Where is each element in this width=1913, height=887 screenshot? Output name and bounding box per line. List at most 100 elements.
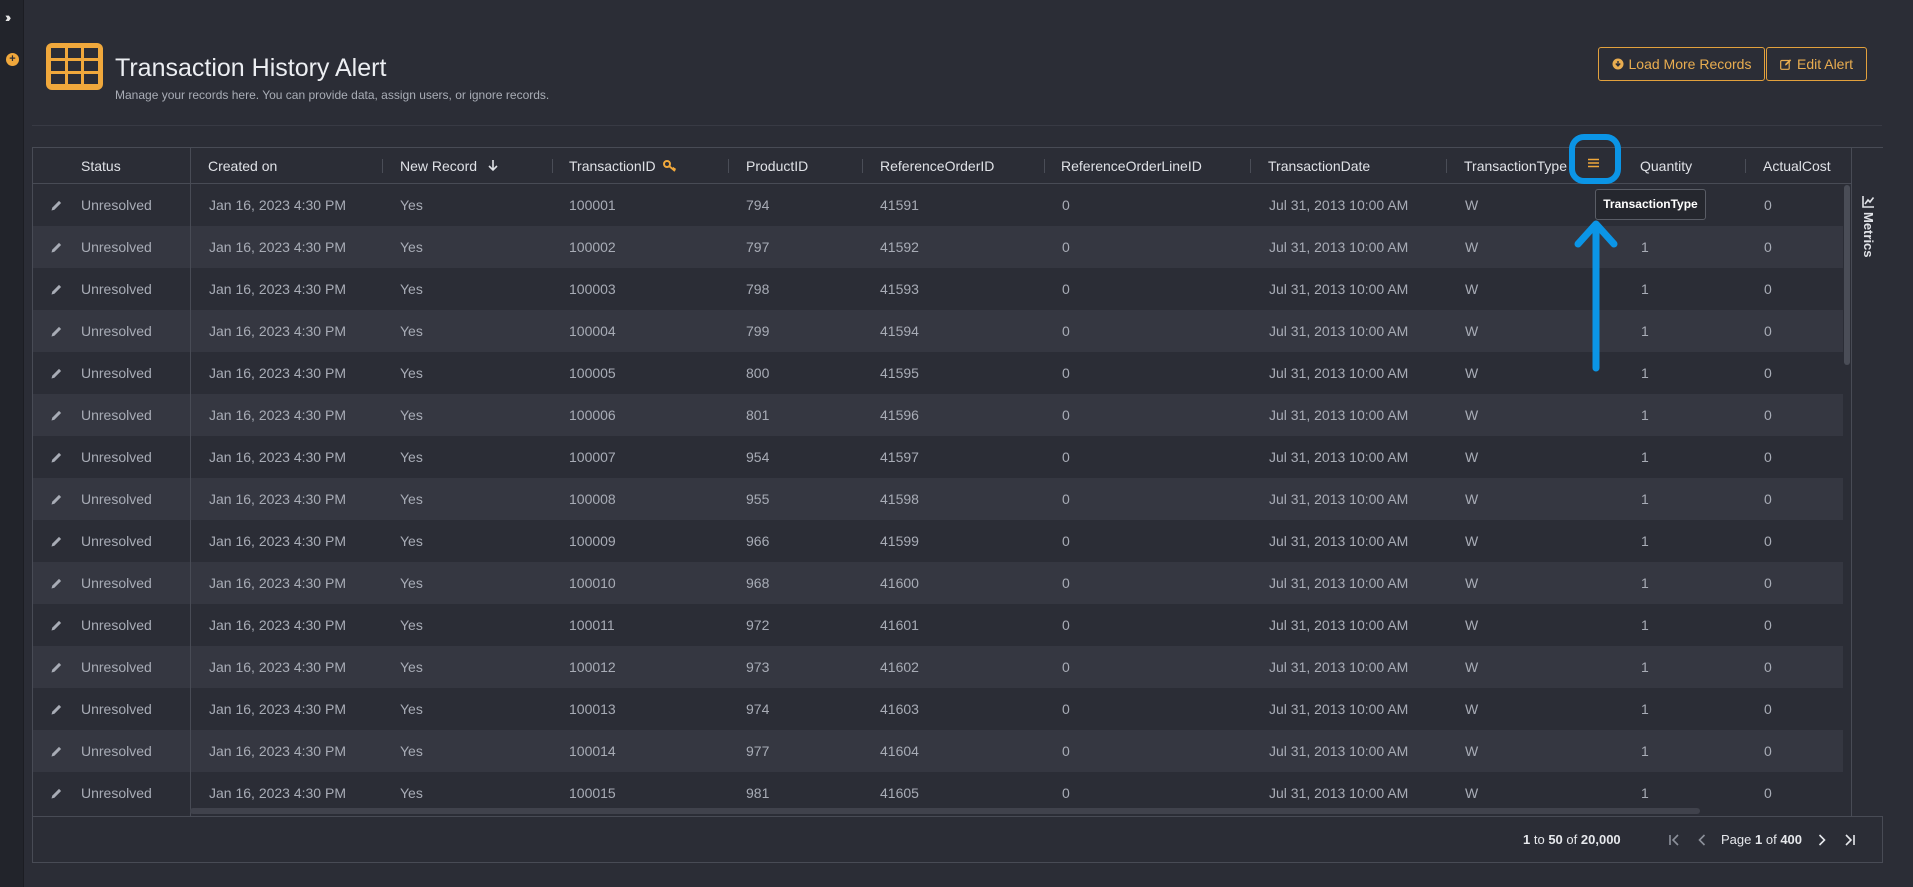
last-page-icon[interactable] [1843, 832, 1857, 848]
load-more-records-button[interactable]: Load More Records [1598, 47, 1765, 81]
pencil-icon[interactable] [50, 325, 63, 338]
table-row[interactable]: Unresolved Jan 16, 2023 4:30 PM Yes 100007 9… [33, 436, 1843, 478]
cell-transaction-type: W [1465, 659, 1479, 675]
pencil-icon[interactable] [50, 493, 63, 506]
left-rail: ›› + [0, 0, 24, 887]
cell-actual-cost: 0 [1764, 785, 1772, 801]
cell-created-on: Jan 16, 2023 4:30 PM [209, 743, 346, 759]
pencil-icon[interactable] [50, 703, 63, 716]
cell-reference-order-line-id: 0 [1062, 281, 1070, 297]
cell-status: Unresolved [81, 491, 152, 507]
column-resize-handle[interactable] [552, 159, 553, 173]
column-resize-handle[interactable] [862, 159, 863, 173]
previous-page-icon[interactable] [1695, 832, 1709, 848]
expand-sidebar-icon[interactable]: ›› [5, 9, 12, 25]
cell-new-record: Yes [400, 575, 423, 591]
cell-actual-cost: 0 [1764, 281, 1772, 297]
annotation-arrow-up-icon [1574, 220, 1618, 372]
record-total: 20,000 [1580, 832, 1621, 847]
range-to-word: to [1533, 832, 1545, 847]
cell-product-id: 800 [746, 365, 770, 381]
table-row[interactable]: Unresolved Jan 16, 2023 4:30 PM Yes 100006 8… [33, 394, 1843, 436]
column-resize-handle[interactable] [1044, 159, 1045, 173]
page-word: Page [1721, 832, 1752, 847]
metrics-side-tab[interactable]: Metrics [1851, 148, 1883, 816]
pencil-icon[interactable] [50, 577, 63, 590]
add-icon[interactable]: + [6, 53, 19, 66]
circle-arrow-down-icon [1612, 58, 1624, 70]
table-row[interactable]: Unresolved Jan 16, 2023 4:30 PM Yes 100011 9… [33, 604, 1843, 646]
table-row[interactable]: Unresolved Jan 16, 2023 4:30 PM Yes 100010 9… [33, 562, 1843, 604]
cell-product-id: 973 [746, 659, 770, 675]
column-resize-handle[interactable] [1250, 159, 1251, 173]
table-row[interactable]: Unresolved Jan 16, 2023 4:30 PM Yes 100008 9… [33, 478, 1843, 520]
pencil-icon[interactable] [50, 619, 63, 632]
cell-created-on: Jan 16, 2023 4:30 PM [209, 239, 346, 255]
cell-transaction-id: 100011 [569, 617, 615, 633]
column-header-status[interactable]: Status [81, 148, 121, 184]
cell-status: Unresolved [81, 239, 152, 255]
column-header-product-id[interactable]: ProductID [746, 148, 808, 184]
cell-transaction-type: W [1465, 407, 1479, 423]
pencil-icon[interactable] [50, 241, 63, 254]
cell-created-on: Jan 16, 2023 4:30 PM [209, 449, 346, 465]
next-page-icon[interactable] [1815, 832, 1829, 848]
vertical-scrollbar[interactable] [1844, 184, 1850, 816]
cell-actual-cost: 0 [1764, 239, 1772, 255]
column-header-new-record[interactable]: New Record [400, 148, 499, 184]
edit-alert-button[interactable]: Edit Alert [1766, 47, 1867, 81]
vertical-scrollbar-thumb[interactable] [1844, 185, 1850, 365]
cell-product-id: 798 [746, 281, 770, 297]
pencil-icon[interactable] [50, 199, 63, 212]
column-header-transaction-id[interactable]: TransactionID [569, 148, 677, 184]
cell-reference-order-line-id: 0 [1062, 197, 1070, 213]
cell-transaction-date: Jul 31, 2013 10:00 AM [1269, 743, 1409, 759]
column-header-reference-order-id[interactable]: ReferenceOrderID [880, 148, 994, 184]
range-to: 50 [1548, 832, 1563, 847]
pencil-icon[interactable] [50, 787, 63, 800]
cell-transaction-type: W [1465, 533, 1479, 549]
column-header-quantity[interactable]: Quantity [1640, 148, 1692, 184]
cell-transaction-type: W [1465, 449, 1479, 465]
cell-reference-order-line-id: 0 [1062, 323, 1070, 339]
pencil-icon[interactable] [50, 451, 63, 464]
column-resize-handle[interactable] [382, 159, 383, 173]
column-resize-handle[interactable] [728, 159, 729, 173]
column-header-transaction-date[interactable]: TransactionDate [1268, 148, 1370, 184]
cell-product-id: 797 [746, 239, 770, 255]
cell-created-on: Jan 16, 2023 4:30 PM [209, 281, 346, 297]
column-resize-handle[interactable] [1745, 159, 1746, 173]
table-row[interactable]: Unresolved Jan 16, 2023 4:30 PM Yes 100012 9… [33, 646, 1843, 688]
table-row[interactable]: Unresolved Jan 16, 2023 4:30 PM Yes 100014 9… [33, 730, 1843, 772]
cell-created-on: Jan 16, 2023 4:30 PM [209, 323, 346, 339]
pencil-icon[interactable] [50, 745, 63, 758]
first-page-icon[interactable] [1667, 832, 1681, 848]
cell-new-record: Yes [400, 239, 423, 255]
cell-reference-order-line-id: 0 [1062, 407, 1070, 423]
cell-product-id: 794 [746, 197, 770, 213]
header-divider [32, 125, 1882, 126]
column-header-created-on[interactable]: Created on [208, 148, 277, 184]
pencil-icon[interactable] [50, 661, 63, 674]
cell-product-id: 954 [746, 449, 770, 465]
cell-new-record: Yes [400, 701, 423, 717]
cell-reference-order-id: 41600 [880, 575, 919, 591]
cell-product-id: 799 [746, 323, 770, 339]
cell-reference-order-line-id: 0 [1062, 659, 1070, 675]
column-header-actual-cost[interactable]: ActualCost [1763, 148, 1831, 184]
table-row[interactable]: Unresolved Jan 16, 2023 4:30 PM Yes 100009 9… [33, 520, 1843, 562]
pencil-icon[interactable] [50, 367, 63, 380]
load-more-label: Load More Records [1628, 56, 1752, 72]
cell-new-record: Yes [400, 743, 423, 759]
pencil-icon[interactable] [50, 283, 63, 296]
column-resize-handle[interactable] [1446, 159, 1447, 173]
horizontal-scrollbar[interactable] [190, 808, 1700, 814]
table-row[interactable]: Unresolved Jan 16, 2023 4:30 PM Yes 100013 9… [33, 688, 1843, 730]
cell-status: Unresolved [81, 197, 152, 213]
pencil-icon[interactable] [50, 409, 63, 422]
pencil-icon[interactable] [50, 535, 63, 548]
cell-quantity: 1 [1641, 701, 1649, 717]
cell-created-on: Jan 16, 2023 4:30 PM [209, 407, 346, 423]
column-header-reference-order-line-id[interactable]: ReferenceOrderLineID [1061, 148, 1202, 184]
cell-status: Unresolved [81, 407, 152, 423]
